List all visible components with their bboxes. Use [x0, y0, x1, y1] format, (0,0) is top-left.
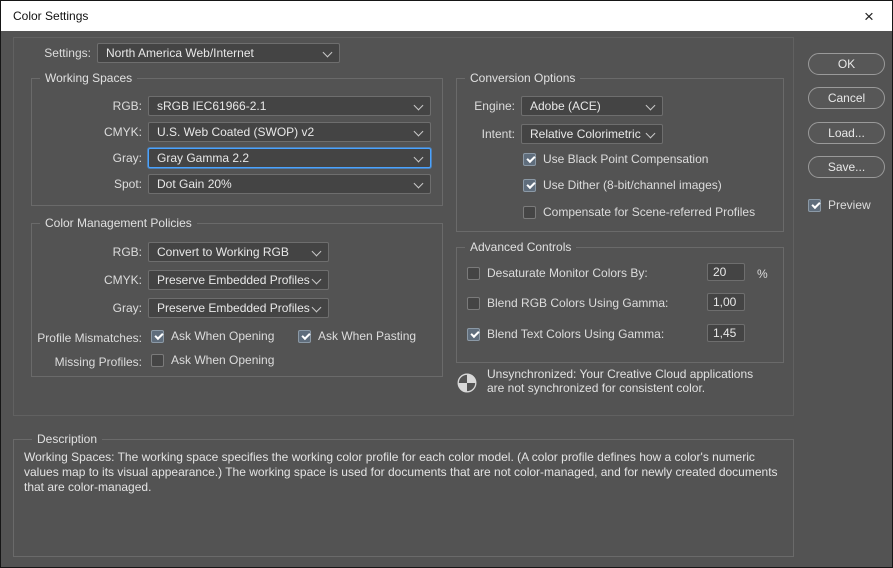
chevron-down-icon: [414, 179, 424, 189]
description-title: Description: [32, 432, 102, 446]
mismatch-ask-opening-label: Ask When Opening: [171, 329, 274, 343]
cmp-gray-policy-value: Preserve Embedded Profiles: [157, 301, 310, 315]
save-button[interactable]: Save...: [808, 156, 885, 178]
blend-rgb-label: Blend RGB Colors Using Gamma:: [487, 296, 668, 310]
compensate-scene-referred-label: Compensate for Scene-referred Profiles: [543, 205, 755, 219]
mismatch-ask-when-opening[interactable]: Ask When Opening: [151, 328, 274, 344]
rgb-label: RGB:: [32, 99, 142, 113]
ok-button[interactable]: OK: [808, 53, 885, 75]
engine-label: Engine:: [457, 99, 515, 113]
cmp-gray-label: Gray:: [32, 301, 142, 315]
desaturate-value-input[interactable]: [707, 263, 745, 281]
intent-label: Intent:: [457, 127, 515, 141]
use-dither[interactable]: Use Dither (8-bit/channel images): [523, 177, 722, 193]
conversion-options-title: Conversion Options: [465, 71, 580, 85]
cmp-rgb-label: RGB:: [32, 245, 142, 259]
gray-working-space-value: Gray Gamma 2.2: [157, 151, 249, 165]
chevron-down-icon: [312, 303, 322, 313]
cmyk-working-space-select[interactable]: U.S. Web Coated (SWOP) v2: [148, 122, 431, 142]
cmp-rgb-policy-value: Convert to Working RGB: [157, 245, 289, 259]
blend-rgb-value-input[interactable]: [707, 293, 745, 311]
cmp-cmyk-label: CMYK:: [32, 273, 142, 287]
blend-text-label: Blend Text Colors Using Gamma:: [487, 327, 664, 341]
blend-rgb-checkbox[interactable]: [467, 297, 480, 310]
advanced-controls-title: Advanced Controls: [465, 240, 576, 254]
sync-note-line2: are not synchronized for consistent colo…: [487, 381, 753, 395]
description-group: Description Working Spaces: The working …: [13, 439, 794, 557]
load-button[interactable]: Load...: [808, 122, 885, 144]
cmyk-label: CMYK:: [32, 125, 142, 139]
spot-working-space-select[interactable]: Dot Gain 20%: [148, 174, 431, 194]
rgb-working-space-value: sRGB IEC61966-2.1: [157, 99, 266, 113]
spot-working-space-value: Dot Gain 20%: [157, 177, 232, 191]
sync-status-note: Unsynchronized: Your Creative Cloud appl…: [487, 367, 753, 395]
intent-select[interactable]: Relative Colorimetric: [521, 124, 663, 144]
black-point-compensation-label: Use Black Point Compensation: [543, 152, 708, 166]
advanced-controls-group: Advanced Controls Desaturate Monitor Col…: [456, 247, 784, 363]
mismatch-ask-pasting-checkbox[interactable]: [298, 330, 311, 343]
cmyk-working-space-value: U.S. Web Coated (SWOP) v2: [157, 125, 314, 139]
use-dither-label: Use Dither (8-bit/channel images): [543, 178, 722, 192]
compensate-scene-referred[interactable]: Compensate for Scene-referred Profiles: [523, 204, 755, 220]
engine-select[interactable]: Adobe (ACE): [521, 96, 663, 116]
settings-select[interactable]: North America Web/Internet: [97, 43, 340, 63]
missing-profiles-label: Missing Profiles:: [32, 355, 142, 369]
gray-working-space-select[interactable]: Gray Gamma 2.2: [148, 148, 431, 168]
spot-label: Spot:: [32, 177, 142, 191]
missing-ask-when-opening[interactable]: Ask When Opening: [151, 352, 274, 368]
intent-value: Relative Colorimetric: [530, 127, 641, 141]
titlebar: Color Settings ×: [1, 1, 892, 31]
working-spaces-title: Working Spaces: [40, 71, 137, 85]
cmp-cmyk-policy-select[interactable]: Preserve Embedded Profiles: [148, 270, 329, 290]
color-management-policies-title: Color Management Policies: [40, 216, 197, 230]
chevron-down-icon: [414, 127, 424, 137]
desaturate-checkbox[interactable]: [467, 267, 480, 280]
chevron-down-icon: [646, 101, 656, 111]
desaturate-unit: %: [757, 267, 768, 281]
sync-note-line1: Unsynchronized: Your Creative Cloud appl…: [487, 367, 753, 381]
chevron-down-icon: [323, 48, 333, 58]
blend-text-checkbox[interactable]: [467, 328, 480, 341]
gray-label: Gray:: [32, 151, 142, 165]
rgb-working-space-select[interactable]: sRGB IEC61966-2.1: [148, 96, 431, 116]
blend-text-value-input[interactable]: [707, 324, 745, 342]
settings-label: Settings:: [11, 46, 91, 60]
missing-ask-opening-checkbox[interactable]: [151, 354, 164, 367]
profile-mismatches-label: Profile Mismatches:: [32, 331, 142, 345]
mismatch-ask-opening-checkbox[interactable]: [151, 330, 164, 343]
preview-label: Preview: [828, 198, 871, 212]
mismatch-ask-when-pasting[interactable]: Ask When Pasting: [298, 328, 416, 344]
chevron-down-icon: [414, 153, 424, 163]
conversion-options-group: Conversion Options Engine: Adobe (ACE) I…: [456, 78, 784, 232]
mismatch-ask-pasting-label: Ask When Pasting: [318, 329, 416, 343]
desaturate-label: Desaturate Monitor Colors By:: [487, 266, 648, 280]
missing-ask-opening-label: Ask When Opening: [171, 353, 274, 367]
description-text: Working Spaces: The working space specif…: [24, 450, 782, 495]
working-spaces-group: Working Spaces RGB: sRGB IEC61966-2.1 CM…: [31, 78, 443, 206]
chevron-down-icon: [312, 275, 322, 285]
cmp-cmyk-policy-value: Preserve Embedded Profiles: [157, 273, 310, 287]
use-dither-checkbox[interactable]: [523, 179, 536, 192]
cancel-button[interactable]: Cancel: [808, 87, 885, 109]
blend-rgb-gamma[interactable]: Blend RGB Colors Using Gamma:: [467, 295, 668, 311]
color-management-policies-group: Color Management Policies RGB: Convert t…: [31, 223, 443, 377]
desaturate-monitor-colors[interactable]: Desaturate Monitor Colors By:: [467, 265, 648, 281]
settings-value: North America Web/Internet: [106, 46, 254, 60]
dialog-title: Color Settings: [13, 9, 88, 23]
color-settings-dialog: Color Settings × Settings: North America…: [0, 0, 893, 568]
preview-checkbox[interactable]: [808, 199, 821, 212]
close-icon[interactable]: ×: [858, 8, 880, 25]
cmp-gray-policy-select[interactable]: Preserve Embedded Profiles: [148, 298, 329, 318]
black-point-compensation-checkbox[interactable]: [523, 153, 536, 166]
cmp-rgb-policy-select[interactable]: Convert to Working RGB: [148, 242, 329, 262]
sync-status-icon: [456, 372, 478, 394]
black-point-compensation[interactable]: Use Black Point Compensation: [523, 151, 708, 167]
engine-value: Adobe (ACE): [530, 99, 601, 113]
compensate-scene-referred-checkbox[interactable]: [523, 206, 536, 219]
blend-text-gamma[interactable]: Blend Text Colors Using Gamma:: [467, 326, 664, 342]
chevron-down-icon: [646, 129, 656, 139]
chevron-down-icon: [414, 101, 424, 111]
preview-toggle[interactable]: Preview: [808, 197, 871, 213]
chevron-down-icon: [312, 247, 322, 257]
